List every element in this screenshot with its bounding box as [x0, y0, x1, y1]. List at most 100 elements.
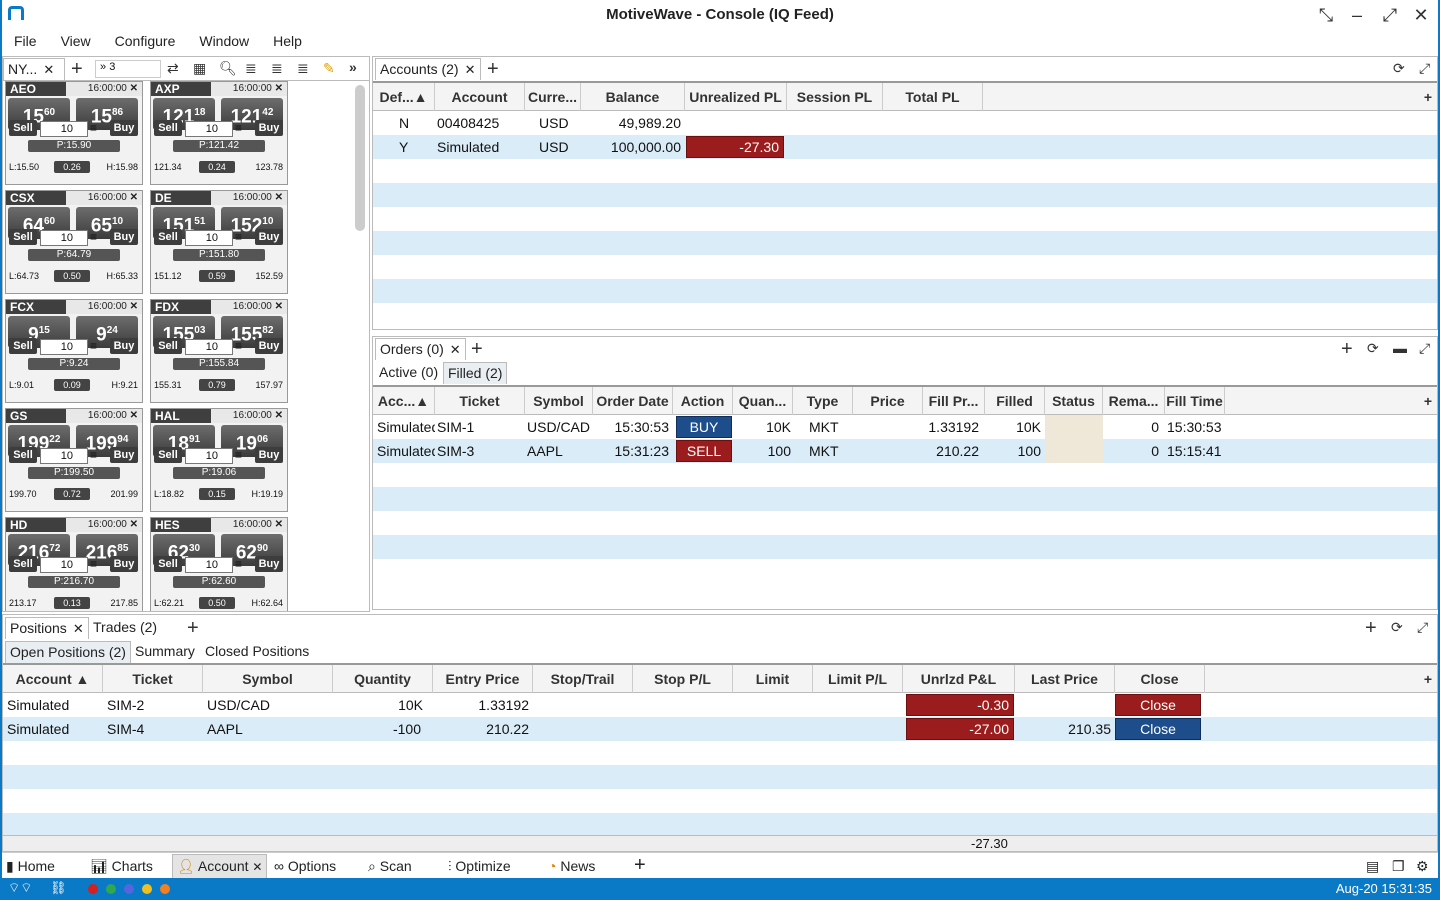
- quantity-stepper[interactable]: 10: [40, 339, 88, 355]
- add-tab-icon[interactable]: +: [187, 618, 199, 638]
- col-fill-time[interactable]: Fill Time: [1165, 387, 1225, 415]
- add-position-icon[interactable]: +: [1365, 618, 1377, 638]
- close-tab-icon[interactable]: ✕: [450, 342, 461, 357]
- col-price[interactable]: Price: [853, 387, 923, 415]
- buy-button[interactable]: Buy: [255, 229, 283, 245]
- quote-tile[interactable]: AEO 16:00:00 ✕ 1560 1586 Sell 10 ≡ Buy P:15.90 L:…: [5, 81, 143, 185]
- add-column-icon[interactable]: +: [1419, 83, 1437, 111]
- database-add-icon[interactable]: ≣: [245, 60, 257, 77]
- quantity-menu-icon[interactable]: ≡: [90, 121, 97, 135]
- table-row[interactable]: Y Simulated USD 100,000.00 -27.30: [373, 135, 1437, 159]
- sell-button[interactable]: Sell: [154, 556, 182, 572]
- sell-button[interactable]: Sell: [9, 120, 37, 136]
- close-button[interactable]: ✕: [1410, 4, 1432, 26]
- subtab-closed-positions[interactable]: Closed Positions: [201, 641, 314, 663]
- close-tile-icon[interactable]: ✕: [130, 301, 138, 312]
- col-fill-price[interactable]: Fill Pr...: [923, 387, 985, 415]
- sell-button[interactable]: Sell: [154, 120, 182, 136]
- table-row[interactable]: Simulated SIM-1 USD/CAD 15:30:53 BUY 10K…: [373, 415, 1437, 439]
- quote-tile[interactable]: GS 16:00:00 ✕ 19922 19994 Sell 10 ≡ Buy P:199.50…: [5, 408, 143, 512]
- close-tile-icon[interactable]: ✕: [275, 83, 283, 94]
- buy-button[interactable]: Buy: [110, 120, 138, 136]
- quantity-menu-icon[interactable]: ≡: [235, 339, 242, 353]
- nav-home[interactable]: ▮ Home: [6, 858, 55, 875]
- search-icon[interactable]: 🔍︎: [219, 60, 237, 77]
- col-balance[interactable]: Balance: [581, 83, 685, 111]
- close-tile-icon[interactable]: ✕: [130, 192, 138, 203]
- minimize-button[interactable]: –: [1346, 4, 1368, 26]
- copy-icon[interactable]: ❐: [1392, 858, 1405, 875]
- close-position-button[interactable]: Close: [1115, 694, 1201, 716]
- col-remaining[interactable]: Rema...: [1103, 387, 1165, 415]
- col-action[interactable]: Action: [673, 387, 733, 415]
- nav-charts[interactable]: 📊︎ Charts: [90, 858, 153, 875]
- sell-button[interactable]: Sell: [9, 447, 37, 463]
- compact-icon[interactable]: ⤡: [1315, 4, 1337, 26]
- subtab-active[interactable]: Active (0): [375, 362, 443, 384]
- quote-tile[interactable]: CSX 16:00:00 ✕ 6460 6510 Sell 10 ≡ Buy P:64.79 L:…: [5, 190, 143, 294]
- expand-icon[interactable]: ⤢: [1419, 340, 1430, 357]
- database-down-icon[interactable]: ≣: [271, 60, 283, 77]
- add-tab-icon[interactable]: +: [471, 339, 483, 359]
- quantity-stepper[interactable]: 10: [185, 448, 233, 464]
- table-row[interactable]: Simulated SIM-2 USD/CAD 10K 1.33192 -0.3…: [3, 693, 1437, 717]
- pencil-icon[interactable]: ✎: [323, 60, 335, 77]
- quantity-stepper[interactable]: 10: [185, 121, 233, 137]
- tab-positions[interactable]: Positions ✕: [5, 617, 89, 639]
- refresh-icon[interactable]: ⟳: [1391, 619, 1403, 636]
- quantity-menu-icon[interactable]: ≡: [90, 339, 97, 353]
- quote-tile[interactable]: DE 16:00:00 ✕ 15151 15210 Sell 10 ≡ Buy P:151.80…: [150, 190, 288, 294]
- database-up-icon[interactable]: ≣: [297, 60, 309, 77]
- refresh-icon[interactable]: ⟳: [1367, 340, 1379, 357]
- col-currency[interactable]: Curre...: [525, 83, 581, 111]
- col-symbol[interactable]: Symbol: [203, 665, 333, 693]
- expand-icon[interactable]: ⤢: [1419, 60, 1430, 77]
- buy-button[interactable]: Buy: [110, 338, 138, 354]
- col-account[interactable]: Account: [435, 83, 525, 111]
- close-tab-icon[interactable]: ✕: [73, 621, 84, 636]
- table-row[interactable]: N 00408425 USD 49,989.20: [373, 111, 1437, 135]
- close-tile-icon[interactable]: ✕: [130, 83, 138, 94]
- grid-icon[interactable]: ▦: [193, 60, 206, 77]
- col-status[interactable]: Status: [1045, 387, 1103, 415]
- buy-button[interactable]: Buy: [255, 447, 283, 463]
- col-quantity[interactable]: Quan...: [733, 387, 793, 415]
- tab-trades[interactable]: Trades (2): [89, 617, 162, 639]
- col-ticket[interactable]: Ticket: [435, 387, 525, 415]
- buy-button[interactable]: Buy: [255, 338, 283, 354]
- col-close[interactable]: Close: [1115, 665, 1205, 693]
- col-account[interactable]: Acc...▲: [373, 387, 435, 415]
- quote-tile[interactable]: FCX 16:00:00 ✕ 915 924 Sell 10 ≡ Buy P:9.24 L:9.0…: [5, 299, 143, 403]
- col-total-pl[interactable]: Total PL: [883, 83, 983, 111]
- close-tile-icon[interactable]: ✕: [275, 301, 283, 312]
- quote-tile[interactable]: HD 16:00:00 ✕ 21672 21685 Sell 10 ≡ Buy P:216.70…: [5, 517, 143, 611]
- buy-button[interactable]: Buy: [255, 120, 283, 136]
- buy-button[interactable]: Buy: [110, 556, 138, 572]
- watchlist-scrollbar[interactable]: [355, 85, 365, 231]
- close-tab-icon[interactable]: ✕: [465, 62, 476, 77]
- add-tab-icon[interactable]: +: [71, 59, 83, 79]
- menu-window[interactable]: Window: [187, 30, 261, 52]
- menu-file[interactable]: File: [2, 30, 49, 52]
- quote-tile[interactable]: HES 16:00:00 ✕ 6230 6290 Sell 10 ≡ Buy P:62.60 L:…: [150, 517, 288, 611]
- buy-button[interactable]: Buy: [255, 556, 283, 572]
- col-limit-pl[interactable]: Limit P/L: [813, 665, 903, 693]
- nav-account[interactable]: 👤︎ Account ✕: [172, 854, 268, 879]
- quantity-menu-icon[interactable]: ≡: [235, 121, 242, 135]
- add-page-icon[interactable]: +: [634, 854, 646, 877]
- quantity-menu-icon[interactable]: ≡: [235, 557, 242, 571]
- col-unrealized-pl[interactable]: Unrealized PL: [685, 83, 787, 111]
- close-tile-icon[interactable]: ✕: [275, 192, 283, 203]
- col-symbol[interactable]: Symbol: [525, 387, 593, 415]
- quantity-stepper[interactable]: 10: [40, 230, 88, 246]
- quantity-stepper[interactable]: 10: [40, 557, 88, 573]
- more-icon[interactable]: »: [349, 59, 357, 75]
- quote-tile[interactable]: HAL 16:00:00 ✕ 1891 1906 Sell 10 ≡ Buy P:19.06 L:…: [150, 408, 288, 512]
- col-type[interactable]: Type: [793, 387, 853, 415]
- cancel-orders-icon[interactable]: ▬: [1393, 340, 1407, 356]
- close-position-button[interactable]: Close: [1115, 718, 1201, 740]
- add-column-icon[interactable]: +: [1419, 665, 1437, 693]
- col-default[interactable]: Def...▲: [373, 83, 435, 111]
- quote-tile[interactable]: AXP 16:00:00 ✕ 12118 12142 Sell 10 ≡ Buy P:121.4…: [150, 81, 288, 185]
- col-limit[interactable]: Limit: [733, 665, 813, 693]
